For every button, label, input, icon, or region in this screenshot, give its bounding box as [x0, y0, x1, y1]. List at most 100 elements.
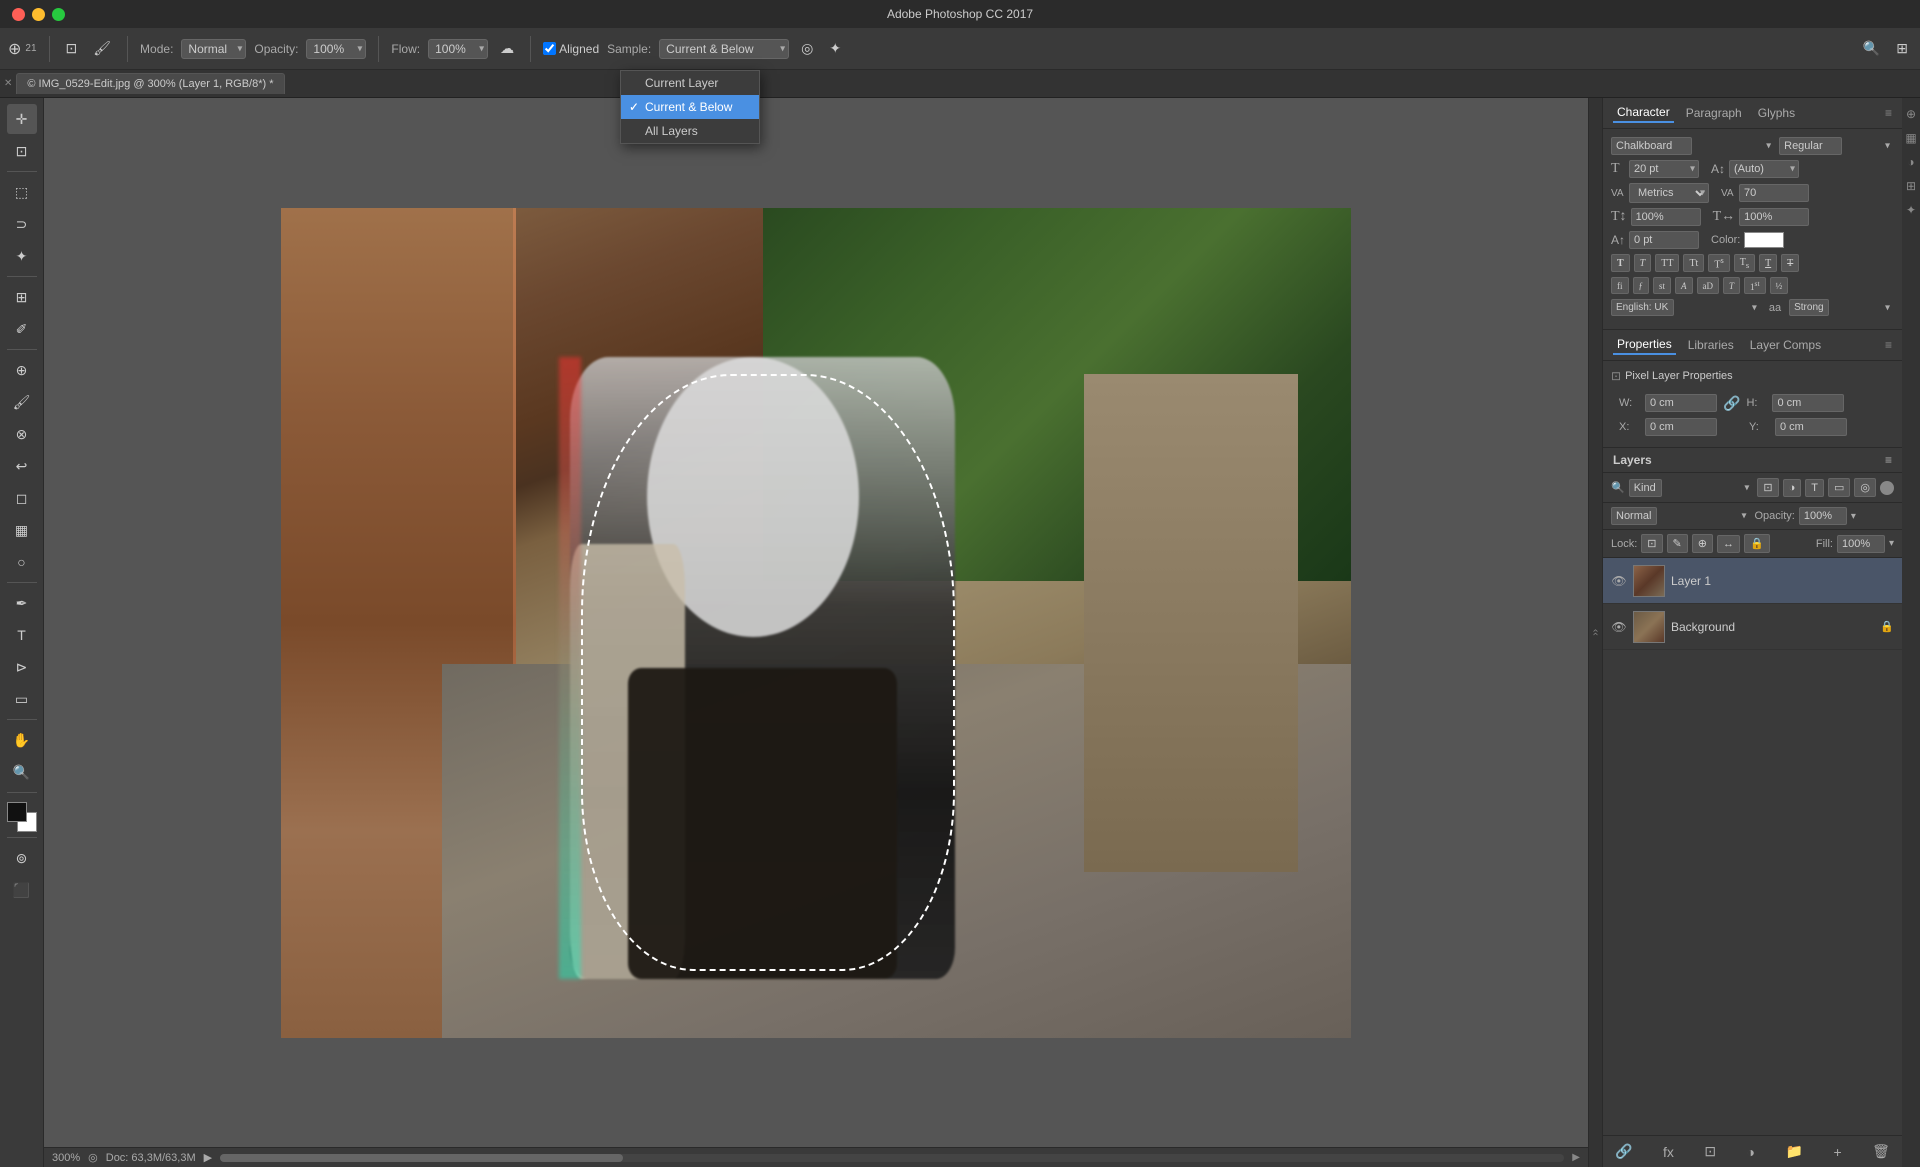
layer-group-btn[interactable]: 📁: [1782, 1141, 1807, 1162]
fraction-btn[interactable]: ½: [1770, 277, 1789, 294]
link-icon[interactable]: 🔗: [1723, 395, 1740, 412]
sample-select[interactable]: Current & Below: [659, 39, 789, 59]
filter-kind-select[interactable]: Kind: [1629, 479, 1662, 497]
opacity-arrow[interactable]: ▾: [1851, 511, 1856, 522]
baseline-input[interactable]: [1629, 231, 1699, 249]
minimize-button[interactable]: [32, 8, 45, 21]
filter-type-btn[interactable]: T: [1805, 479, 1824, 497]
crop-tool[interactable]: ⊞: [7, 282, 37, 312]
wand-tool[interactable]: ✦: [7, 241, 37, 271]
lock-full-btn[interactable]: 🔒: [1744, 534, 1770, 553]
filter-toggle[interactable]: [1880, 481, 1894, 495]
small-caps-btn[interactable]: Tt: [1683, 254, 1704, 272]
lock-position-btn[interactable]: ✎: [1667, 534, 1688, 553]
ord-btn[interactable]: aD: [1697, 277, 1720, 294]
opacity-input[interactable]: [1799, 507, 1847, 525]
flow-input[interactable]: [428, 39, 488, 59]
opacity-input[interactable]: [306, 39, 366, 59]
history-brush-tool[interactable]: ↩: [7, 451, 37, 481]
stylistic-btn[interactable]: A: [1675, 277, 1693, 294]
dodge-tool[interactable]: ○: [7, 547, 37, 577]
font-size-input[interactable]: [1629, 160, 1699, 178]
layer-item-background[interactable]: 👁 Background 🔒: [1603, 604, 1902, 650]
screen-mode-btn[interactable]: ⬛: [7, 875, 37, 905]
tab-glyphs[interactable]: Glyphs: [1754, 104, 1799, 122]
hand-tool[interactable]: ✋: [7, 725, 37, 755]
lang-select[interactable]: English: UK: [1611, 299, 1674, 316]
horizontal-scrollbar[interactable]: [220, 1154, 1564, 1162]
aa-select[interactable]: Strong: [1789, 299, 1829, 316]
eraser-tool[interactable]: ◻: [7, 483, 37, 513]
shape-tool[interactable]: ▭: [7, 684, 37, 714]
ligature-fi-btn[interactable]: fi: [1611, 277, 1629, 294]
tab-paragraph[interactable]: Paragraph: [1682, 104, 1746, 122]
layer-item-layer1[interactable]: 👁 Layer 1: [1603, 558, 1902, 604]
airbrush-btn[interactable]: ☁: [496, 38, 518, 59]
search-btn[interactable]: 🔍: [1859, 38, 1884, 59]
gradient-tool[interactable]: ▦: [7, 515, 37, 545]
layer-mask-btn[interactable]: ⊡: [1700, 1141, 1720, 1162]
dropdown-item-current-layer[interactable]: Current Layer: [621, 71, 759, 95]
bold-btn[interactable]: T: [1611, 254, 1630, 272]
traffic-lights[interactable]: [12, 8, 65, 21]
fill-input[interactable]: [1837, 535, 1885, 553]
font-style-select[interactable]: Regular: [1779, 137, 1842, 155]
w-input[interactable]: [1645, 394, 1717, 412]
layer1-visibility-icon[interactable]: 👁: [1611, 574, 1627, 588]
panel-collapse-handle[interactable]: ‹‹: [1588, 98, 1602, 1167]
lasso-tool[interactable]: ⊃: [7, 209, 37, 239]
tab-character[interactable]: Character: [1613, 103, 1674, 123]
sup-script-btn[interactable]: 1st: [1744, 277, 1766, 294]
mode-select[interactable]: Normal: [181, 39, 246, 59]
properties-menu-icon[interactable]: ≡: [1885, 338, 1892, 352]
ligature-st-btn[interactable]: st: [1653, 277, 1671, 294]
aligned-checkbox[interactable]: Aligned: [543, 42, 599, 56]
brush-preset-picker[interactable]: ⊡: [62, 38, 82, 59]
italic-btn[interactable]: T: [1634, 254, 1652, 272]
font-family-select[interactable]: Chalkboard: [1611, 137, 1692, 155]
pen-tool[interactable]: ✒: [7, 588, 37, 618]
artboard-tool[interactable]: ⊡: [7, 136, 37, 166]
close-button[interactable]: [12, 8, 25, 21]
adj-layer-btn[interactable]: ◑: [1743, 1142, 1759, 1162]
old-style-btn[interactable]: T: [1723, 277, 1740, 294]
delete-layer-btn[interactable]: 🗑: [1868, 1141, 1894, 1162]
maximize-button[interactable]: [52, 8, 65, 21]
marquee-tool[interactable]: ⬚: [7, 177, 37, 207]
type-tool[interactable]: T: [7, 620, 37, 650]
extra-option-btn[interactable]: ✦: [825, 38, 845, 59]
v-scale-input[interactable]: [1631, 208, 1701, 226]
move-tool[interactable]: ✛: [7, 104, 37, 134]
right-icon-3[interactable]: ◑: [1903, 154, 1919, 170]
canvas-area[interactable]: 300% ◎ Doc: 63,3M/63,3M ▶ ▶: [44, 98, 1588, 1167]
ignore-adj-btn[interactable]: ◎: [797, 38, 817, 59]
lock-pixels-btn[interactable]: ⊡: [1641, 534, 1662, 553]
brush-tool[interactable]: 🖌: [7, 387, 37, 417]
arrow-btn[interactable]: ▶: [204, 1151, 212, 1164]
subscript-btn[interactable]: Ts: [1734, 254, 1755, 272]
filter-adj-btn[interactable]: ◑: [1783, 479, 1802, 497]
superscript-btn[interactable]: Ts: [1708, 254, 1729, 272]
tab-layer-comps[interactable]: Layer Comps: [1746, 336, 1825, 354]
scrollbar-arrow-right[interactable]: ▶: [1572, 1152, 1580, 1163]
dropdown-item-current-below[interactable]: ✓ Current & Below: [621, 95, 759, 119]
caps-btn[interactable]: TT: [1655, 254, 1679, 272]
x-input[interactable]: [1645, 418, 1717, 436]
leading-input[interactable]: [1729, 160, 1799, 178]
layers-menu-icon[interactable]: ≡: [1885, 453, 1892, 467]
right-icon-5[interactable]: ✦: [1903, 202, 1919, 218]
y-input[interactable]: [1775, 418, 1847, 436]
dropdown-item-all-layers[interactable]: All Layers: [621, 119, 759, 143]
foreground-color-box[interactable]: [7, 802, 27, 822]
panel-menu-icon[interactable]: ≡: [1885, 106, 1892, 120]
stamp-tool[interactable]: ⊗: [7, 419, 37, 449]
filter-shape-btn[interactable]: ▭: [1828, 478, 1850, 497]
filter-pixel-btn[interactable]: ⊡: [1757, 478, 1778, 497]
bg-visibility-icon[interactable]: 👁: [1611, 620, 1627, 634]
right-icon-1[interactable]: ⊕: [1903, 106, 1919, 122]
tab-properties[interactable]: Properties: [1613, 335, 1676, 355]
tab-close-btn[interactable]: ✕: [4, 78, 12, 89]
blend-mode-select[interactable]: Normal: [1611, 507, 1657, 525]
new-layer-btn[interactable]: +: [1829, 1142, 1845, 1162]
filter-smart-btn[interactable]: ◎: [1854, 478, 1876, 497]
